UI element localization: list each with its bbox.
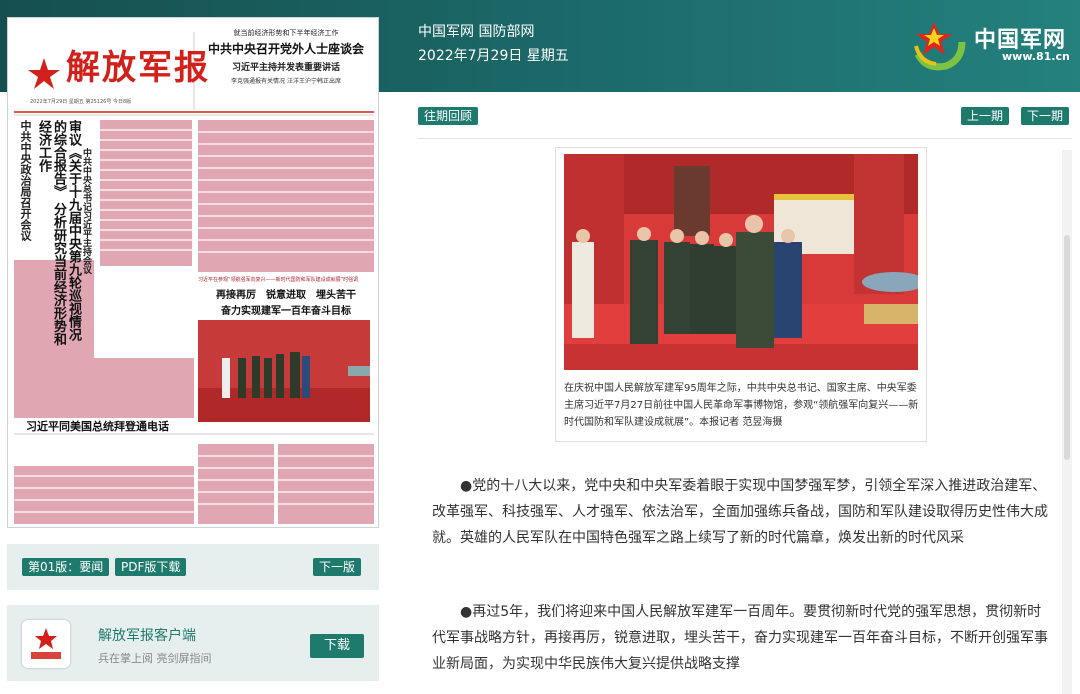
- article-photo[interactable]: [564, 154, 918, 370]
- header-text: 中国军网 国防部网 2022年7月29日 星期五: [418, 20, 569, 68]
- edition-toolbar: 第01版：要闻 PDF版下载 下一版: [7, 544, 379, 590]
- mid-kicker: 习近平在参观“领航强军向复兴——新时代国防和军队建设成就展”时强调: [198, 277, 359, 283]
- client-title[interactable]: 解放军报客户端: [98, 625, 196, 645]
- mid-headline-1: 再接再厉 锐意进取 埋头苦干: [216, 290, 356, 301]
- top-kicker: 就当前经济形势和下半年经济工作: [233, 29, 339, 37]
- article-photo-figure: 在庆祝中国人民解放军建军95周年之际，中共中央总书记、国家主席、中央军委主席习近…: [555, 147, 927, 442]
- header-date: 2022年7月29日 星期五: [418, 48, 569, 64]
- top-subheadline-2: 李克强通报有关情况 汪洋王沪宁韩正出席: [231, 78, 341, 85]
- app-star-icon: [31, 628, 61, 659]
- prev-issue-button[interactable]: 上一期: [961, 107, 1010, 125]
- next-issue-button[interactable]: 下一期: [1021, 107, 1070, 125]
- site-links[interactable]: 中国军网 国防部网: [418, 20, 569, 44]
- photo-caption: 在庆祝中国人民解放军建军95周年之际，中共中央总书记、国家主席、中央军委主席习近…: [564, 383, 919, 428]
- client-app-icon[interactable]: [22, 620, 70, 668]
- article-paragraph-2: ●再过5年，我们将迎来中国人民解放军建军一百周年。要贯彻新时代党的强军思想，贯彻…: [432, 604, 1048, 672]
- article-paragraph-1: ●党的十八大以来，党中央和中央军委着眼于实现中国梦强军梦，引领全军深入推进政治建…: [432, 478, 1048, 546]
- archive-button[interactable]: 往期回顾: [418, 107, 479, 125]
- site-logo[interactable]: 中国军网 www.81.cn: [912, 16, 1072, 72]
- logo-star-badge-icon: [914, 22, 966, 71]
- main-headline: 审议《关于十九届中央第九轮巡视情况的综合报告》 分析研究当前经济形势和经济工作: [36, 120, 81, 346]
- client-download-button[interactable]: 下载: [310, 634, 365, 658]
- next-edition-button[interactable]: 下一版: [313, 558, 362, 576]
- issue-info: 2022年7月29日 星期五 第25126号 今日8版: [30, 99, 132, 105]
- edition-button[interactable]: 第01版：要闻: [22, 558, 110, 576]
- side-headline: 中共中央政治局召开会议: [19, 120, 32, 241]
- pdf-download-button[interactable]: PDF版下载: [115, 558, 187, 576]
- top-subheadline: 习近平主持并发表重要讲话: [231, 63, 340, 73]
- top-headline: 中共中央召开党外人士座谈会: [207, 42, 364, 56]
- scrollbar-thumb[interactable]: [1064, 235, 1070, 460]
- mid-headline-2: 奋力实现建军一百年奋斗目标: [221, 306, 351, 317]
- newspaper-page-thumbnail[interactable]: 解放军报 2022年7月29日 星期五 第25126号 今日8版 就当前经济形势…: [7, 17, 379, 528]
- bottom-headline: 习近平同美国总统拜登通电话: [26, 420, 169, 433]
- divider: [418, 138, 1072, 139]
- masthead: 解放军报: [66, 48, 210, 88]
- client-subtitle: 兵在掌上阅 亮剑屏指间: [98, 652, 212, 665]
- logo-url: www.81.cn: [1002, 50, 1070, 63]
- column-headline: 中共中央总书记习近平主持会议: [81, 148, 91, 274]
- client-download-panel: 解放军报客户端 兵在掌上阅 亮剑屏指间 下载: [7, 605, 379, 681]
